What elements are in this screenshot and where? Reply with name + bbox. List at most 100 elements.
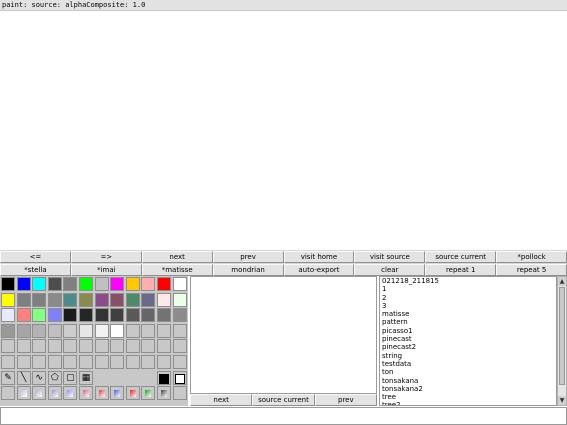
- image-icon[interactable]: ▦: [79, 370, 93, 385]
- preview-source-current-button[interactable]: source current: [252, 394, 315, 406]
- color-swatch[interactable]: [110, 339, 125, 354]
- color-swatch[interactable]: [157, 339, 171, 354]
- color-swatch[interactable]: [16, 277, 31, 291]
- repeat-1-button[interactable]: repeat 1: [425, 264, 497, 276]
- list-item[interactable]: pinecast: [380, 335, 556, 343]
- stella-button[interactable]: *stella: [0, 264, 71, 276]
- next-button[interactable]: next: [141, 251, 213, 263]
- pollock-button[interactable]: *pollock: [496, 251, 567, 263]
- color-swatch[interactable]: [141, 323, 156, 338]
- color-swatch[interactable]: [79, 355, 93, 369]
- composite-mode-button[interactable]: [16, 386, 31, 401]
- list-item[interactable]: matisse: [380, 310, 556, 318]
- list-item[interactable]: string: [380, 352, 556, 360]
- color-swatch[interactable]: [79, 292, 93, 307]
- repeat-5-button[interactable]: repeat 5: [496, 264, 567, 276]
- preview-pane[interactable]: [190, 276, 377, 394]
- color-swatch[interactable]: [110, 292, 125, 307]
- composite-mode-button[interactable]: [125, 386, 140, 401]
- color-swatch[interactable]: [47, 277, 62, 291]
- scroll-up-icon[interactable]: ▲: [558, 277, 566, 286]
- list-item[interactable]: pattern: [380, 318, 556, 326]
- color-swatch[interactable]: [47, 292, 62, 307]
- color-swatch[interactable]: [63, 277, 78, 291]
- color-swatch[interactable]: [141, 355, 156, 369]
- color-swatch[interactable]: [125, 323, 140, 338]
- list-item[interactable]: 3: [380, 302, 556, 310]
- list-item[interactable]: ton: [380, 368, 556, 376]
- color-swatch[interactable]: [1, 308, 15, 323]
- color-swatch[interactable]: [63, 355, 78, 369]
- drawing-canvas[interactable]: [0, 11, 567, 250]
- color-swatch[interactable]: [16, 323, 31, 338]
- color-swatch[interactable]: [157, 292, 171, 307]
- color-swatch[interactable]: [157, 355, 171, 369]
- color-swatch[interactable]: [172, 277, 187, 291]
- color-swatch[interactable]: [141, 277, 156, 291]
- visit-source-button[interactable]: visit source: [354, 251, 426, 263]
- color-swatch[interactable]: [32, 292, 47, 307]
- color-swatch[interactable]: [32, 355, 47, 369]
- polygon-icon[interactable]: ⬠: [47, 370, 62, 385]
- list-item[interactable]: pinecast2: [380, 343, 556, 351]
- forward-button[interactable]: =>: [70, 251, 142, 263]
- pencil-icon[interactable]: ✎: [1, 370, 15, 385]
- prev-button[interactable]: prev: [212, 251, 284, 263]
- composite-mode-button[interactable]: [47, 386, 62, 401]
- list-item[interactable]: 1: [380, 285, 556, 293]
- composite-mode-button[interactable]: [157, 386, 171, 401]
- composite-mode-button[interactable]: [79, 386, 93, 401]
- color-swatch[interactable]: [94, 277, 109, 291]
- preview-next-button[interactable]: next: [190, 394, 253, 406]
- color-swatch[interactable]: [125, 339, 140, 354]
- color-swatch[interactable]: [172, 323, 187, 338]
- color-swatch[interactable]: [94, 339, 109, 354]
- color-swatch[interactable]: [63, 323, 78, 338]
- composite-mode-button[interactable]: [63, 386, 78, 401]
- curve-icon[interactable]: ∿: [32, 370, 47, 385]
- color-swatch[interactable]: [79, 339, 93, 354]
- list-item[interactable]: tree2: [380, 401, 556, 405]
- composite-mode-button[interactable]: [110, 386, 125, 401]
- color-swatch[interactable]: [157, 323, 171, 338]
- color-swatch[interactable]: [125, 308, 140, 323]
- color-swatch[interactable]: [141, 308, 156, 323]
- file-list[interactable]: 021218_211815 1 2 3 matisse pattern picasso1 pi…: [379, 276, 557, 406]
- list-item[interactable]: testdata: [380, 360, 556, 368]
- composite-mode-button[interactable]: [1, 386, 15, 401]
- color-swatch[interactable]: [47, 339, 62, 354]
- color-swatch[interactable]: [94, 355, 109, 369]
- color-swatch[interactable]: [125, 292, 140, 307]
- command-input[interactable]: [0, 407, 567, 425]
- line-icon[interactable]: ╲: [16, 370, 31, 385]
- color-swatch[interactable]: [16, 339, 31, 354]
- list-item[interactable]: 021218_211815: [380, 277, 556, 285]
- color-swatch[interactable]: [47, 355, 62, 369]
- color-swatch[interactable]: [32, 308, 47, 323]
- list-item[interactable]: tree: [380, 393, 556, 401]
- color-swatch[interactable]: [1, 355, 15, 369]
- clear-button[interactable]: clear: [354, 264, 426, 276]
- color-swatch[interactable]: [94, 323, 109, 338]
- color-swatch[interactable]: [110, 323, 125, 338]
- color-swatch[interactable]: [94, 292, 109, 307]
- composite-mode-button[interactable]: [141, 386, 156, 401]
- color-swatch[interactable]: [79, 308, 93, 323]
- composite-mode-button[interactable]: [94, 386, 109, 401]
- source-current-button[interactable]: source current: [425, 251, 497, 263]
- color-swatch[interactable]: [32, 339, 47, 354]
- color-swatch[interactable]: [110, 308, 125, 323]
- color-swatch[interactable]: [110, 355, 125, 369]
- visit-home-button[interactable]: visit home: [283, 251, 355, 263]
- color-swatch[interactable]: [157, 308, 171, 323]
- list-item[interactable]: tonsakana: [380, 377, 556, 385]
- color-swatch[interactable]: [125, 277, 140, 291]
- color-swatch[interactable]: [47, 308, 62, 323]
- color-swatch[interactable]: [63, 292, 78, 307]
- color-swatch[interactable]: [16, 355, 31, 369]
- color-swatch[interactable]: [172, 308, 187, 323]
- scroll-down-icon[interactable]: ▼: [558, 396, 566, 405]
- color-swatch[interactable]: [79, 323, 93, 338]
- color-swatch[interactable]: [141, 339, 156, 354]
- color-swatch[interactable]: [1, 323, 15, 338]
